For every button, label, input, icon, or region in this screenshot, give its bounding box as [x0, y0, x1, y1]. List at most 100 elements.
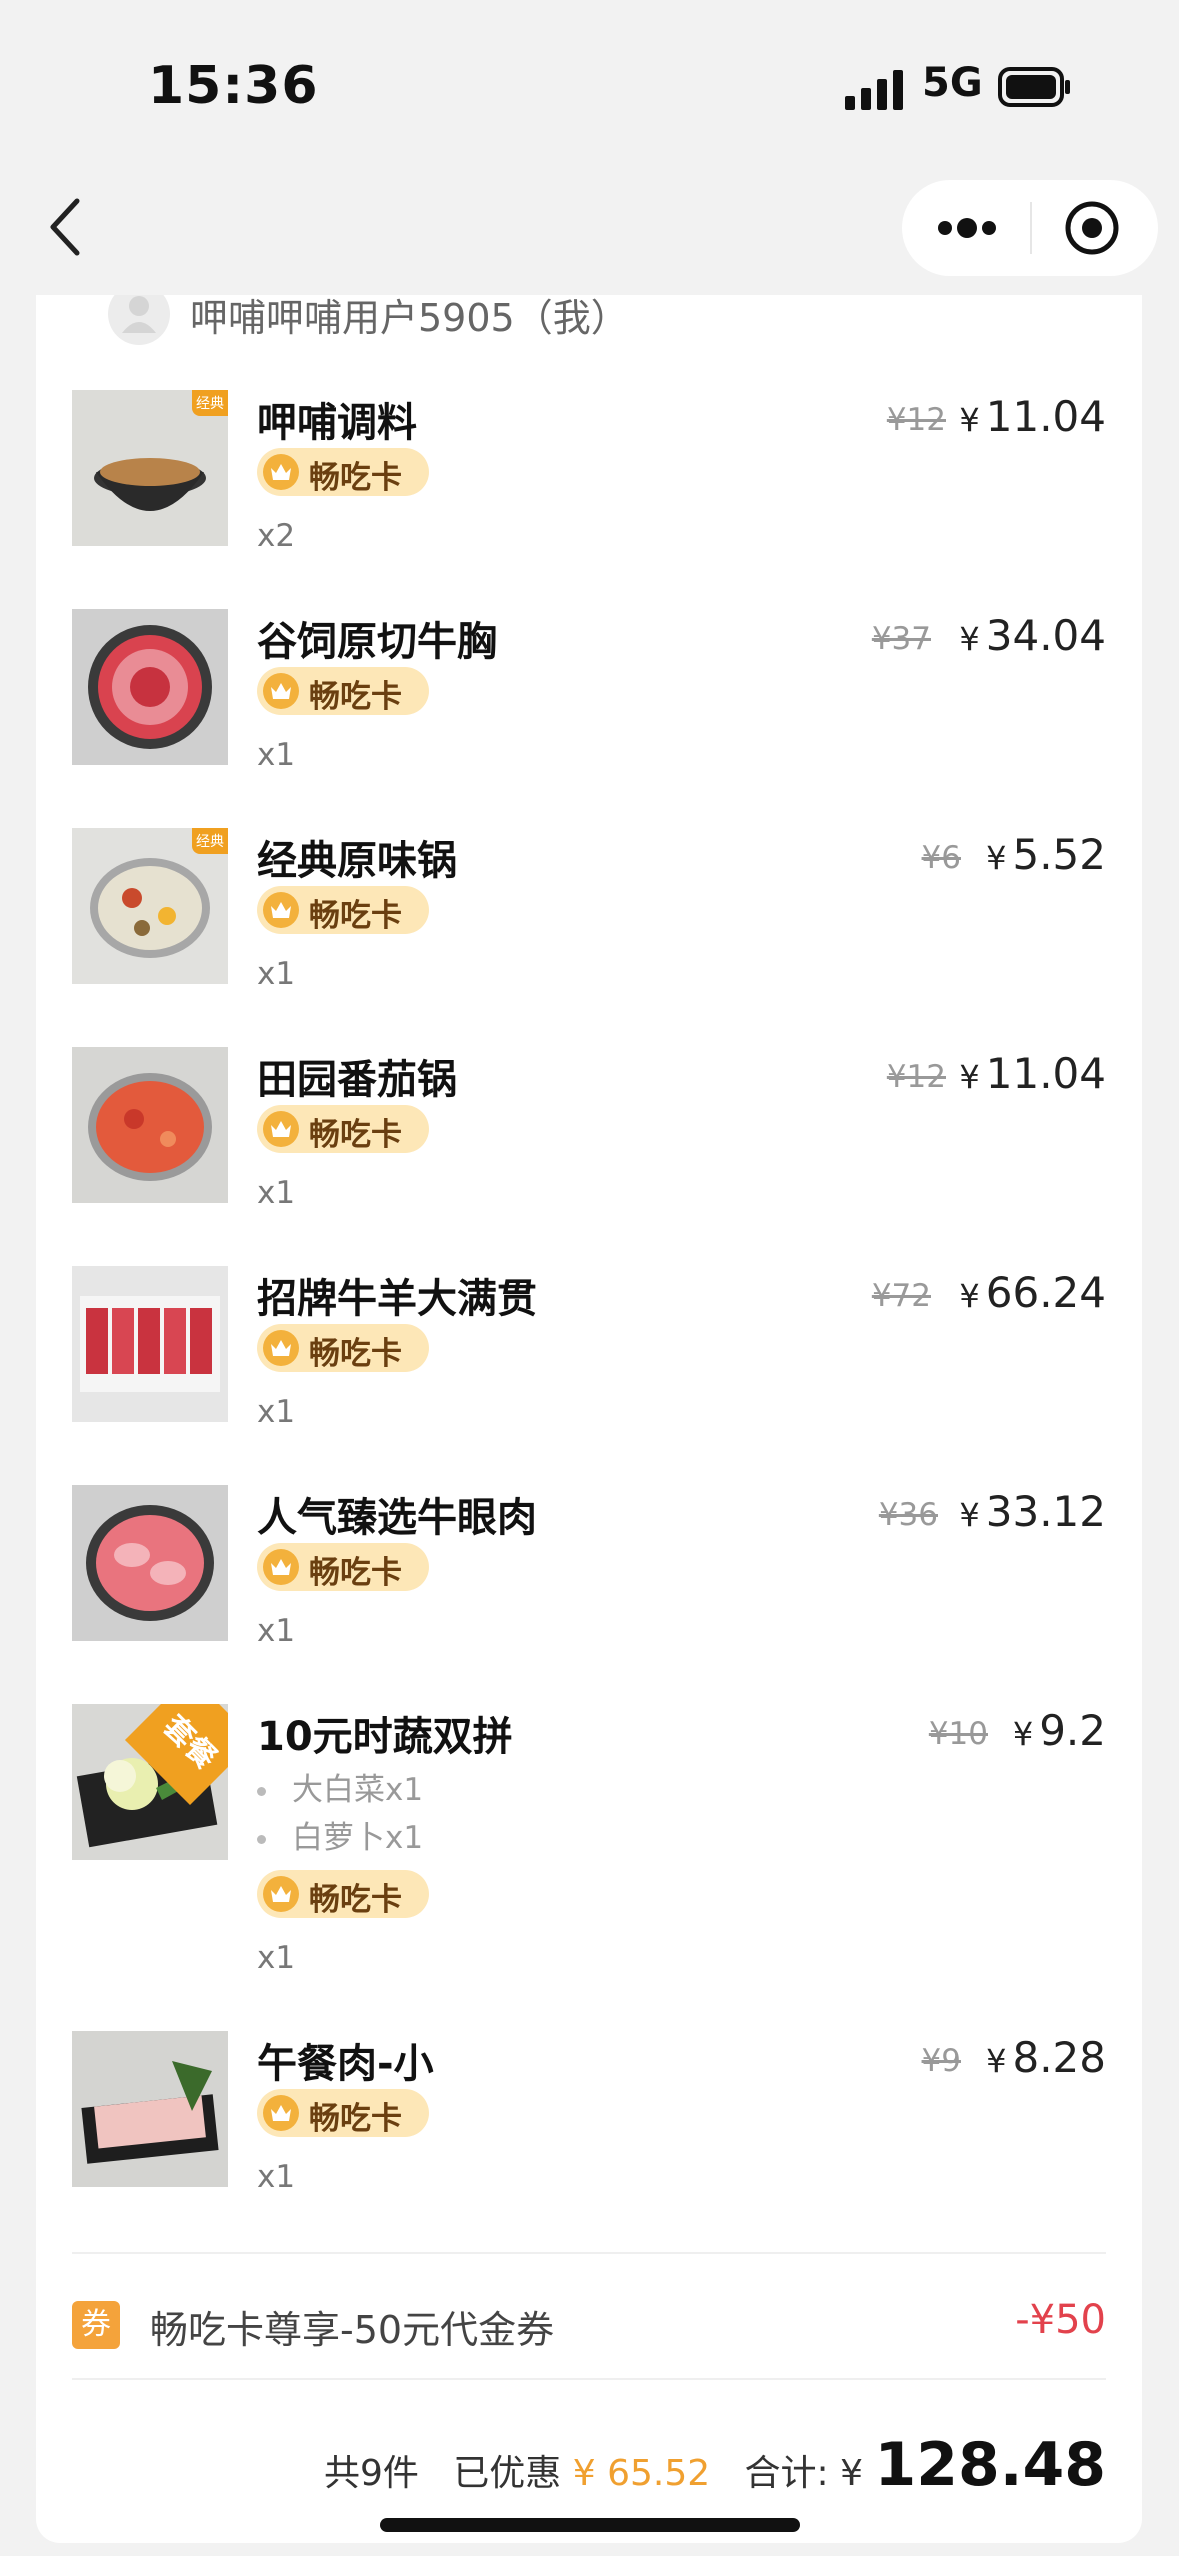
item-name: 午餐肉-小 [257, 2041, 434, 2087]
home-indicator [380, 2518, 800, 2532]
crown-icon [263, 892, 299, 928]
item-quantity: x1 [257, 2159, 296, 2195]
item-price-value: 33.12 [985, 1487, 1106, 1536]
item-name: 招牌牛羊大满贯 [257, 1276, 537, 1322]
bullet-icon [257, 1787, 266, 1796]
item-price: ¥34.04 [959, 611, 1106, 660]
crown-icon [263, 1549, 299, 1585]
status-bar: 15:36 5G [0, 0, 1179, 170]
unlimited-card-tag: 畅吃卡 [257, 1543, 429, 1591]
more-icon[interactable] [937, 205, 997, 251]
unlimited-card-tag: 畅吃卡 [257, 1324, 429, 1372]
crown-icon [263, 673, 299, 709]
close-miniapp-icon[interactable] [1062, 198, 1122, 258]
user-name: 呷哺呷哺用户5905（我） [190, 296, 629, 340]
item-price-value: 8.28 [1012, 2033, 1106, 2082]
total-currency: ¥ [840, 2453, 863, 2494]
item-original-price: ¥12 [886, 1059, 946, 1095]
signal-icon [845, 70, 903, 110]
item-badge: 经典 [192, 390, 228, 416]
item-price: ¥8.28 [986, 2033, 1106, 2082]
item-original-price: ¥10 [928, 1716, 988, 1752]
item-original-price: ¥37 [871, 621, 931, 657]
sub-item-label: 白萝卜x1 [292, 1820, 424, 1856]
item-name: 田园番茄锅 [257, 1057, 457, 1103]
crown-icon [263, 1330, 299, 1366]
item-image [72, 1266, 228, 1422]
unlimited-card-tag: 畅吃卡 [257, 667, 429, 715]
item-quantity: x1 [257, 1175, 296, 1211]
item-price-value: 9.2 [1039, 1706, 1106, 1755]
status-time: 15:36 [148, 56, 319, 116]
miniapp-capsule [902, 180, 1158, 276]
tag-label: 畅吃卡 [309, 460, 402, 496]
network-label: 5G [922, 60, 983, 106]
item-image [72, 609, 228, 765]
item-name: 10元时蔬双拼 [257, 1714, 513, 1760]
crown-icon [263, 1876, 299, 1912]
item-badge: 经典 [192, 828, 228, 854]
unlimited-card-tag: 畅吃卡 [257, 1105, 429, 1153]
set-sub-item: 大白菜x1 [257, 1764, 423, 1809]
tag-label: 畅吃卡 [309, 2101, 402, 2137]
unlimited-card-tag: 畅吃卡 [257, 1870, 429, 1918]
item-original-price: ¥6 [921, 840, 961, 876]
discount-amount: ¥ 65.52 [572, 2453, 711, 2494]
order-summary: 共9件 已优惠 ¥ 65.52 合计: ¥ 128.48 [324, 2430, 1106, 2510]
crown-icon [263, 2095, 299, 2131]
item-price: ¥5.52 [986, 830, 1106, 879]
item-price: ¥33.12 [959, 1487, 1106, 1536]
item-original-price: ¥12 [886, 402, 946, 438]
item-name: 经典原味锅 [257, 838, 457, 884]
back-button[interactable] [45, 195, 85, 259]
item-quantity: x1 [257, 956, 296, 992]
item-price-value: 11.04 [985, 1049, 1106, 1098]
item-image [72, 1047, 228, 1203]
item-original-price: ¥72 [871, 1278, 931, 1314]
item-price-value: 5.52 [1012, 830, 1106, 879]
crown-icon [263, 454, 299, 490]
coupon-row[interactable]: 券 畅吃卡尊享-50元代金券 -¥50 [72, 2295, 1106, 2355]
item-original-price: ¥9 [921, 2043, 961, 2079]
item-count: 共9件 [324, 2453, 419, 2494]
order-card: 呷哺呷哺用户5905（我） 经典 呷哺调料 ¥12 ¥11.04 畅吃卡 x2 … [36, 295, 1142, 2543]
item-price: ¥11.04 [959, 1049, 1106, 1098]
item-quantity: x1 [257, 1940, 296, 1976]
crown-icon [263, 1111, 299, 1147]
item-quantity: x1 [257, 1613, 296, 1649]
item-image [72, 1485, 228, 1641]
item-original-price: ¥36 [878, 1497, 938, 1533]
avatar [108, 295, 170, 345]
total-label: 合计: [744, 2453, 829, 2494]
tag-label: 畅吃卡 [309, 898, 402, 934]
item-quantity: x1 [257, 1394, 296, 1430]
bullet-icon [257, 1835, 266, 1844]
coupon-amount: -¥50 [1015, 2297, 1106, 2343]
item-price: ¥66.24 [959, 1268, 1106, 1317]
discount-label: 已优惠 [453, 2453, 562, 2494]
sub-item-label: 大白菜x1 [292, 1772, 424, 1808]
item-image: 经典 [72, 828, 228, 984]
unlimited-card-tag: 畅吃卡 [257, 886, 429, 934]
coupon-text: 畅吃卡尊享-50元代金券 [150, 2308, 555, 2352]
total-amount: 128.48 [874, 2430, 1106, 2500]
divider [72, 2252, 1106, 2254]
tag-label: 畅吃卡 [309, 679, 402, 715]
divider [72, 2378, 1106, 2380]
unlimited-card-tag: 畅吃卡 [257, 448, 429, 496]
set-sub-item: 白萝卜x1 [257, 1812, 423, 1857]
item-name: 呷哺调料 [257, 400, 417, 446]
item-name: 谷饲原切牛胸 [257, 619, 497, 665]
item-name: 人气臻选牛眼肉 [257, 1495, 537, 1541]
tag-label: 畅吃卡 [309, 1336, 402, 1372]
item-price-value: 11.04 [985, 392, 1106, 441]
item-price: ¥9.2 [1012, 1706, 1106, 1755]
item-quantity: x1 [257, 737, 296, 773]
battery-icon [998, 67, 1070, 107]
unlimited-card-tag: 畅吃卡 [257, 2089, 429, 2137]
tag-label: 畅吃卡 [309, 1117, 402, 1153]
item-price-value: 66.24 [985, 1268, 1106, 1317]
tag-label: 畅吃卡 [309, 1882, 402, 1918]
capsule-divider [1030, 202, 1032, 254]
item-image: 经典 [72, 390, 228, 546]
